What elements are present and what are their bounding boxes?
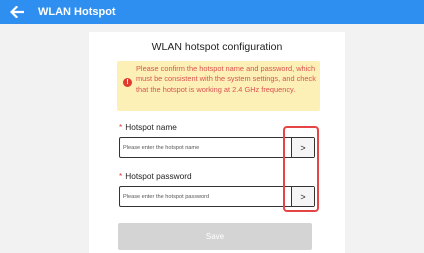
- hotspot-password-label: * Hotspot password: [119, 171, 192, 181]
- page-title: WLAN Hotspot: [38, 6, 116, 18]
- warning-box: ! Please confirm the hotspot name and pa…: [117, 61, 320, 111]
- hotspot-name-label: * Hotspot name: [119, 122, 177, 132]
- card-title: WLAN hotspot configuration: [151, 41, 283, 53]
- hotspot-password-label-text: Hotspot password: [125, 171, 192, 181]
- hotspot-password-input[interactable]: [123, 187, 288, 206]
- required-mark: *: [119, 122, 123, 132]
- warning-text: Please confirm the hotspot name and pass…: [136, 64, 316, 94]
- save-button[interactable]: Save: [118, 223, 312, 250]
- hotspot-name-label-text: Hotspot name: [125, 122, 177, 132]
- required-mark: *: [119, 171, 123, 181]
- back-button[interactable]: [0, 0, 34, 24]
- annotation-highlight-box: [283, 126, 319, 212]
- exclamation-circle-icon: !: [123, 78, 132, 87]
- top-bar: WLAN Hotspot: [0, 0, 424, 24]
- hotspot-name-input[interactable]: [123, 138, 288, 157]
- arrow-left-icon: [10, 6, 24, 18]
